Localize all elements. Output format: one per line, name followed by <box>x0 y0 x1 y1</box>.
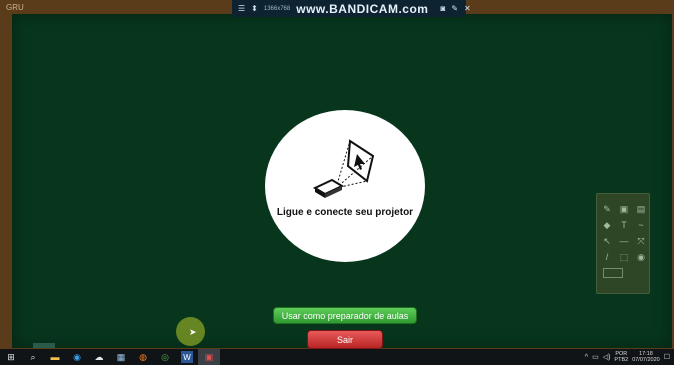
paint-icon[interactable]: ☁ <box>88 349 110 365</box>
file-explorer-icon[interactable]: ▬ <box>44 349 66 365</box>
camera-icon[interactable]: ◙ <box>440 4 445 13</box>
screen-icon[interactable] <box>603 268 623 278</box>
pointer-icon[interactable]: ↖ <box>600 235 614 248</box>
edge-icon[interactable]: ◉ <box>66 349 88 365</box>
fill-icon[interactable]: ◉ <box>634 251 648 264</box>
windows-taskbar: ⊞ ⌕ ▬ ◉ ☁ ▦ ◍ ◎ W ▣ <box>0 349 674 365</box>
line-icon[interactable]: — <box>617 235 631 248</box>
eraser-icon[interactable]: ◆ <box>600 219 614 232</box>
floating-tool-palette: ✎ ▣ ▤ ◆ T ~ ↖ — ⤧ / ⬚ ◉ <box>596 193 650 294</box>
pen-icon[interactable]: / <box>600 251 614 264</box>
search-icon[interactable]: ⌕ <box>22 349 44 365</box>
image-icon[interactable]: ▣ <box>617 203 631 216</box>
calculator-icon[interactable]: ▦ <box>110 349 132 365</box>
close-icon[interactable]: ✕ <box>464 4 471 13</box>
recording-resolution: 1366x768 <box>263 5 291 12</box>
menu-icon[interactable]: ☰ <box>238 4 245 13</box>
chrome-icon[interactable]: ◎ <box>154 349 176 365</box>
select-icon[interactable]: ⬚ <box>617 251 631 264</box>
projector-icon <box>312 139 375 198</box>
shape-icon[interactable]: ~ <box>634 219 648 232</box>
projector-message: Ligue e conecte seu projetor <box>276 207 414 218</box>
system-tray: ^ ▭ ◁) POR PTB2 17:18 07/07/2020 ☐ <box>585 349 674 365</box>
pencil-icon[interactable]: ✎ <box>451 4 458 13</box>
language-indicator[interactable]: POR PTB2 <box>614 351 628 363</box>
mouse-cursor-icon: ➤ <box>189 327 197 337</box>
network-icon[interactable]: ▭ <box>592 353 599 361</box>
notifications-icon[interactable]: ☐ <box>664 353 670 361</box>
corner-label: GRU <box>6 3 24 12</box>
lesson-preparer-button[interactable]: Usar como preparador de aulas <box>273 307 417 324</box>
save-icon[interactable]: ▤ <box>634 203 648 216</box>
whiteboard-app-icon[interactable]: ▣ <box>198 349 220 365</box>
firefox-icon[interactable]: ◍ <box>132 349 154 365</box>
windows-start-icon[interactable]: ⊞ <box>0 349 22 365</box>
volume-icon[interactable]: ◁) <box>603 353 611 361</box>
projector-splash: Ligue e conecte seu projetor <box>265 110 425 262</box>
pin-icon[interactable]: ⬍ <box>251 4 258 13</box>
paint-icon[interactable]: ✎ <box>600 203 614 216</box>
text-icon[interactable]: T <box>617 219 631 232</box>
exit-button[interactable]: Sair <box>307 330 383 349</box>
board-tab[interactable] <box>33 343 55 348</box>
word-icon[interactable]: W <box>181 351 193 363</box>
clock[interactable]: 17:18 07/07/2020 <box>632 351 660 363</box>
move-icon[interactable]: ⤧ <box>634 235 648 248</box>
bandicam-brand: www.BANDICAM.com <box>296 1 429 16</box>
recording-toolbar: ☰ ⬍ 1366x768 www.BANDICAM.com ◙ ✎ ✕ <box>232 0 471 17</box>
tray-overflow-icon[interactable]: ^ <box>585 354 588 361</box>
cursor-highlight: ➤ <box>176 317 205 346</box>
